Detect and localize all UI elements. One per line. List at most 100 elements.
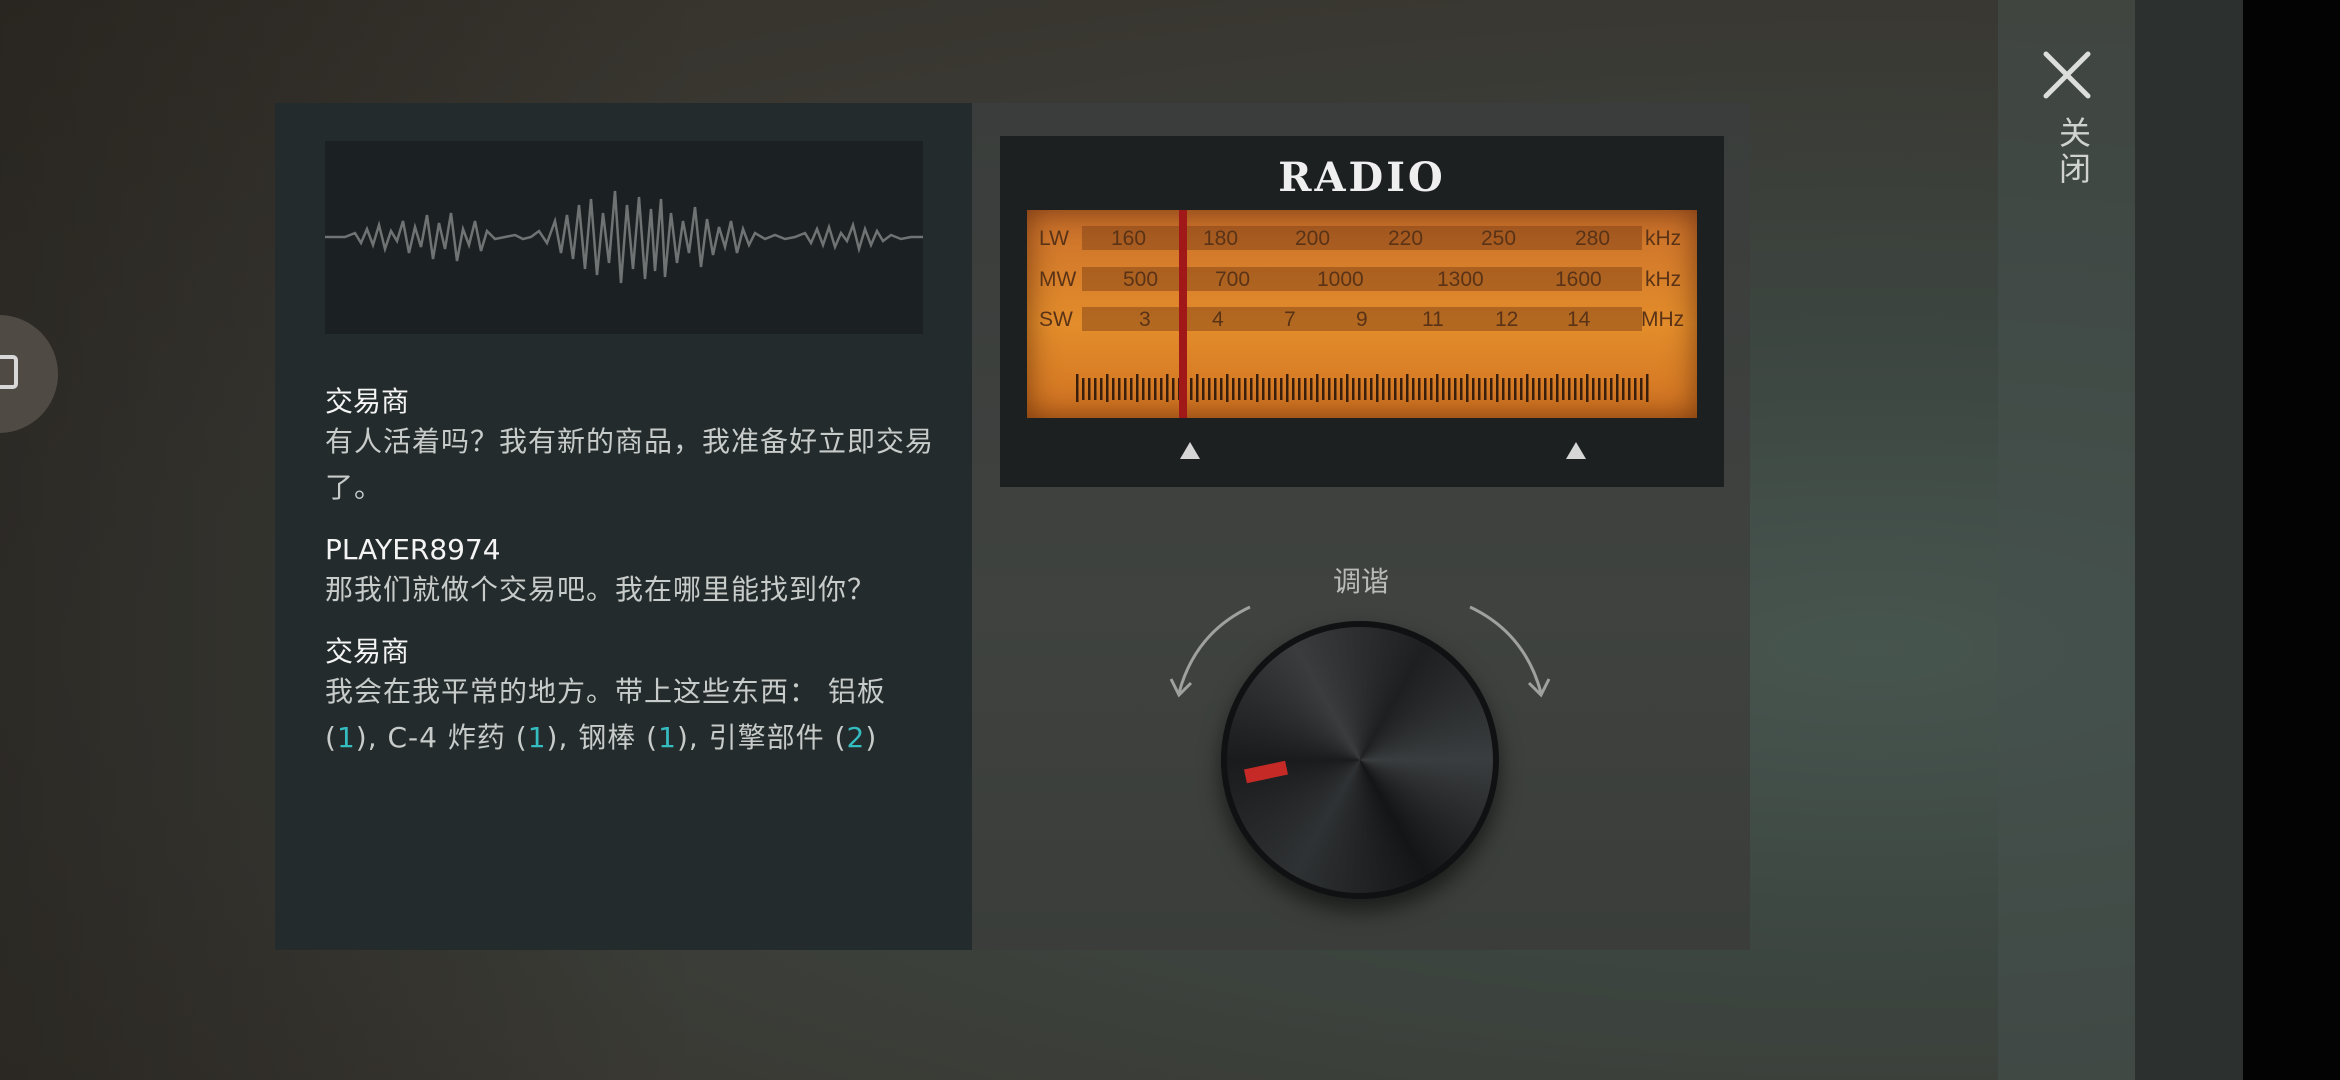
screen-edge: [2243, 0, 2340, 1080]
tick-mark: [1274, 378, 1277, 400]
tick-mark: [1310, 378, 1313, 400]
tick-mark: [1592, 378, 1595, 400]
tick-mark: [1094, 378, 1097, 400]
tick-mark: [1088, 378, 1091, 400]
tick-mark: [1556, 374, 1559, 402]
tick-mark: [1148, 378, 1151, 400]
tick-mark: [1580, 378, 1583, 400]
tick-mark: [1340, 378, 1343, 400]
band-row-lw: [1082, 226, 1642, 250]
item-name: 铝板: [827, 675, 886, 708]
tuning-needle: [1179, 210, 1187, 418]
band-mark: 3: [1139, 308, 1151, 331]
pointer-marker-left: [1180, 442, 1200, 459]
knob-body: [1221, 621, 1499, 899]
chat-panel: 交易商 有人活着吗？我有新的商品，我准备好立即交易了。 PLAYER8974 那…: [275, 103, 972, 950]
tick-mark: [1538, 378, 1541, 400]
tick-mark: [1256, 374, 1259, 402]
tick-mark: [1604, 378, 1607, 400]
tick-mark: [1172, 378, 1175, 400]
tuning-knob[interactable]: [1221, 621, 1499, 899]
item-qty: 1: [658, 721, 677, 754]
item-name: C-4 炸药: [387, 721, 506, 754]
tick-mark: [1544, 378, 1547, 400]
tick-mark: [1364, 378, 1367, 400]
tick-mark: [1292, 378, 1295, 400]
band-unit: kHz: [1645, 227, 1682, 250]
tick-mark: [1562, 378, 1565, 400]
tick-mark: [1598, 378, 1601, 400]
right-strip-dark: [2135, 0, 2243, 1080]
chat-message: PLAYER8974 那我们就做个交易吧。我在哪里能找到你？: [325, 533, 935, 613]
tick-mark: [1250, 378, 1253, 400]
close-button[interactable]: 关闭: [2040, 48, 2096, 188]
tick-mark: [1472, 378, 1475, 400]
band-mark: 700: [1215, 268, 1251, 291]
tick-mark: [1262, 378, 1265, 400]
tick-mark: [1634, 378, 1637, 400]
message-text: 那我们就做个交易吧。我在哪里能找到你？: [325, 573, 877, 606]
tick-mark: [1142, 378, 1145, 400]
tick-mark: [1220, 378, 1223, 400]
band-mark: 280: [1575, 227, 1611, 250]
band-mark: 9: [1356, 308, 1368, 331]
tick-mark: [1418, 378, 1421, 400]
band-mark: 14: [1567, 308, 1591, 331]
band-name: LW: [1039, 227, 1069, 250]
tick-mark: [1520, 378, 1523, 400]
tick-mark: [1358, 378, 1361, 400]
band-mark: 11: [1422, 308, 1444, 331]
waveform-display: [325, 141, 923, 334]
tick-mark: [1082, 378, 1085, 400]
tick-mark: [1280, 378, 1283, 400]
tick-mark: [1526, 374, 1529, 402]
band-mark: 7: [1284, 308, 1296, 331]
band-mark: 1600: [1555, 268, 1602, 291]
tick-mark: [1646, 374, 1649, 402]
tick-mark: [1490, 378, 1493, 400]
tick-mark: [1166, 374, 1169, 402]
tick-mark: [1160, 378, 1163, 400]
tick-mark: [1352, 378, 1355, 400]
tick-mark: [1238, 378, 1241, 400]
radio-dialog: 交易商 有人活着吗？我有新的商品，我准备好立即交易了。 PLAYER8974 那…: [275, 103, 1750, 950]
item-name: 钢棒: [578, 721, 637, 754]
tick-mark: [1214, 378, 1217, 400]
radio-display: RADIO LW 160 180 200 220 250 280 kHz MW …: [1000, 136, 1724, 487]
tick-mark: [1466, 374, 1469, 402]
tick-mark: [1208, 378, 1211, 400]
tick-mark: [1202, 378, 1205, 400]
tick-mark: [1586, 374, 1589, 402]
tick-mark: [1448, 378, 1451, 400]
chat-message: 交易商 有人活着吗？我有新的商品，我准备好立即交易了。: [325, 385, 935, 511]
tick-mark: [1430, 378, 1433, 400]
tick-mark: [1298, 378, 1301, 400]
speaker-name: 交易商: [325, 385, 410, 418]
tick-mark: [1370, 378, 1373, 400]
tick-mark: [1196, 374, 1199, 402]
waveform-graphic: [325, 190, 923, 284]
tick-mark: [1112, 378, 1115, 400]
band-name: SW: [1039, 308, 1073, 331]
band-mark: 200: [1295, 227, 1331, 250]
tick-mark: [1508, 378, 1511, 400]
tick-mark: [1622, 378, 1625, 400]
tick-mark: [1460, 378, 1463, 400]
tick-mark: [1394, 378, 1397, 400]
band-mark: 1300: [1437, 268, 1484, 291]
tick-mark: [1640, 378, 1643, 400]
band-mark: 4: [1212, 308, 1224, 331]
tick-mark: [1244, 378, 1247, 400]
tick-mark: [1118, 378, 1121, 400]
band-mark: 250: [1481, 227, 1517, 250]
pointer-marker-right: [1566, 442, 1586, 459]
tick-scale: [1076, 374, 1649, 402]
band-mark: 1000: [1317, 268, 1364, 291]
tick-mark: [1130, 378, 1133, 400]
band-mark: 12: [1495, 308, 1519, 331]
panel-icon: [0, 355, 18, 389]
band-mark: 160: [1111, 227, 1147, 250]
tick-mark: [1574, 378, 1577, 400]
chat-log: 交易商 有人活着吗？我有新的商品，我准备好立即交易了。 PLAYER8974 那…: [325, 385, 935, 783]
tick-mark: [1106, 374, 1109, 402]
